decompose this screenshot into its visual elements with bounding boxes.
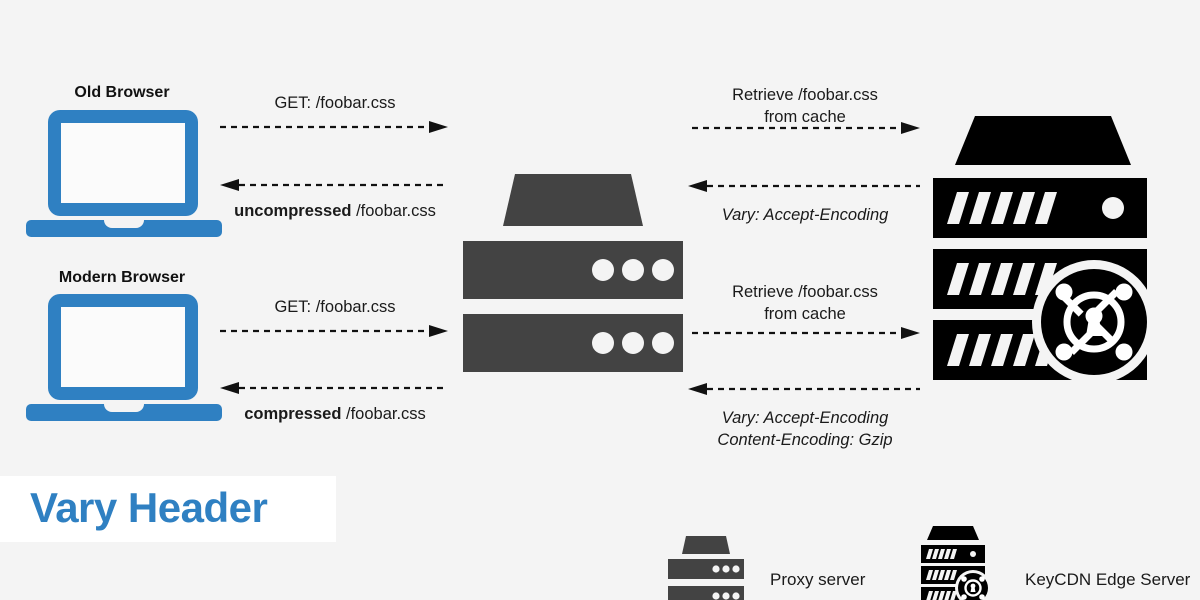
laptop-notch	[104, 220, 144, 228]
proxy-server-icon	[668, 536, 744, 579]
keyhole-cdn-glyph	[1055, 283, 1133, 361]
edge-to-proxy-top-arrow	[688, 180, 920, 194]
proxy-to-edge-bottom-label-line1: Retrieve /foobar.css	[732, 283, 878, 301]
modern-response-emphasis: compressed	[244, 405, 342, 423]
legend: Proxy server KeyCDN Edge Server	[660, 520, 1200, 600]
modern-response-rest: /foobar.css	[341, 405, 426, 423]
old-request-arrow	[220, 121, 448, 135]
modern-response-arrow	[220, 382, 448, 396]
proxy-to-edge-top-label-line1: Retrieve /foobar.css	[732, 86, 878, 104]
keycdn-edge-server-icon	[921, 526, 991, 600]
modern-request-label: GET: /foobar.css	[274, 298, 396, 316]
modern-request-arrow	[220, 325, 448, 339]
proxy-to-edge-bottom-label-line2: from cache	[764, 305, 846, 323]
modern-response-label: compressed /foobar.css	[145, 403, 525, 425]
laptop-notch	[104, 404, 144, 412]
legend-item-proxy-server: Proxy server	[660, 520, 920, 600]
edge-to-proxy-top-label: Vary: Accept-Encoding	[721, 206, 889, 224]
old-request-label: GET: /foobar.css	[274, 94, 396, 112]
modern-browser-label: Modern Browser	[58, 269, 186, 286]
proxy-to-edge-bottom-arrow	[692, 327, 920, 341]
edge-to-proxy-bottom-label-line1: Vary: Accept-Encoding	[721, 409, 889, 427]
proxy-to-edge-top-arrow	[692, 122, 920, 136]
proxy-server-icon	[463, 160, 683, 375]
legend-label-keycdn-edge-server: KeyCDN Edge Server	[1025, 570, 1191, 589]
old-response-rest: /foobar.css	[351, 202, 436, 220]
page-title: Vary Header	[30, 484, 268, 531]
legend-label-proxy-server: Proxy server	[770, 570, 866, 589]
diagram-canvas: Old Browser GET: /foobar.css uncompresse…	[0, 0, 1200, 600]
legend-item-keycdn-edge-server: KeyCDN Edge Server	[905, 520, 1200, 600]
old-response-arrow	[220, 179, 448, 193]
edge-to-proxy-bottom-label-line2: Content-Encoding: Gzip	[717, 431, 893, 449]
proxy-server-icon-lower-rack	[668, 586, 744, 600]
keycdn-edge-server-icon	[933, 108, 1155, 380]
old-response-emphasis: uncompressed	[234, 202, 352, 220]
edge-to-proxy-bottom-arrow	[688, 383, 920, 397]
